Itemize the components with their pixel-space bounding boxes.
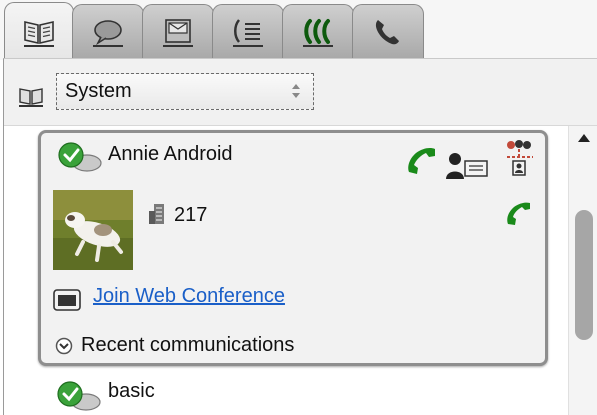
directory-panel: System Annie Android 217 Join Web Confer… (3, 58, 597, 415)
contact-extension: 217 (174, 204, 208, 226)
contact-card[interactable]: Annie Android 217 Join Web Conference Re… (38, 130, 548, 366)
tab-conference[interactable] (282, 4, 354, 58)
list-item[interactable]: basic (4, 374, 564, 414)
call-icon[interactable] (404, 145, 440, 177)
web-conference-icon (53, 289, 81, 311)
org-chart-icon[interactable] (503, 139, 535, 181)
conference-icon (303, 18, 333, 47)
recent-communications-toggle[interactable]: Recent communications (81, 334, 294, 357)
call-log-icon (233, 18, 263, 47)
presence-available-icon (58, 142, 102, 172)
inbox-icon (163, 18, 193, 47)
contact-card-icon[interactable] (445, 151, 491, 181)
phone-icon (375, 19, 399, 44)
tab-directory[interactable] (4, 2, 74, 60)
tab-bar (0, 0, 597, 60)
contact-name: Annie Android (108, 143, 233, 165)
tab-phone[interactable] (352, 4, 424, 58)
join-web-conference-link[interactable]: Join Web Conference (93, 285, 285, 308)
directory-source-select[interactable]: System (56, 73, 314, 110)
directory-source-value: System (65, 80, 132, 102)
contact-photo (53, 190, 133, 270)
chat-bubble-icon (93, 19, 123, 47)
call-extension-icon[interactable] (504, 200, 534, 228)
select-arrows-icon (292, 84, 300, 98)
directory-book-icon (19, 88, 43, 107)
directory-book-icon (24, 20, 54, 47)
presence-available-icon (57, 381, 101, 411)
tab-chat[interactable] (72, 4, 144, 58)
office-phone-icon (149, 204, 164, 224)
tab-call-log[interactable] (212, 4, 284, 58)
source-row: System (4, 59, 597, 126)
contact-list: Annie Android 217 Join Web Conference Re… (4, 126, 597, 415)
vertical-scrollbar[interactable] (568, 126, 597, 415)
tab-messages[interactable] (142, 4, 214, 58)
scroll-up-arrow-icon[interactable] (578, 134, 590, 142)
scrollbar-thumb[interactable] (575, 210, 593, 340)
contact-name: basic (108, 380, 155, 402)
expand-circle-icon[interactable] (55, 337, 73, 355)
